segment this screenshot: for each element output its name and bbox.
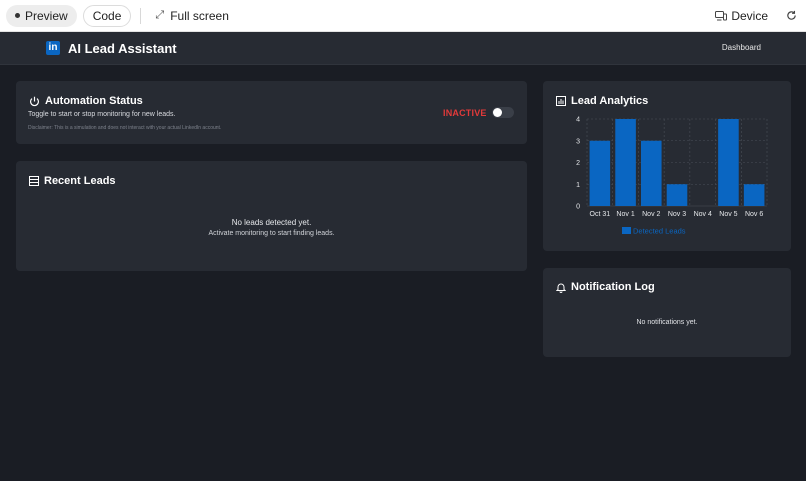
list-icon [29, 176, 39, 186]
lead-analytics-chart: 0 1 2 3 4 Oct 31 Nov 1 Nov 2 Nov 3 Nov 4 Nov 5 Nov … [576, 117, 768, 236]
notifications-empty: No notifications yet. [636, 319, 698, 326]
linkedin-logo-icon: in [46, 41, 60, 55]
chart-bar [615, 119, 636, 206]
bell-icon [556, 283, 566, 293]
status-badge: INACTIVE [443, 108, 487, 118]
device-button[interactable]: Device [715, 9, 768, 23]
y-tick-label: 1 [576, 182, 580, 189]
chart-bar [743, 184, 765, 206]
automation-status-title: Automation Status [45, 95, 143, 107]
code-label: Code [92, 8, 122, 23]
device-icon [715, 10, 728, 20]
chart-bar [641, 140, 662, 206]
x-tick-label: Nov 4 [694, 211, 712, 218]
device-label: Device [731, 8, 768, 23]
y-tick-label: 0 [576, 204, 580, 211]
power-icon [29, 96, 40, 106]
recent-leads-title: Recent Leads [44, 175, 116, 187]
chart-bar [718, 119, 739, 206]
y-tick-label: 2 [576, 160, 580, 167]
lead-analytics-card: Lead Analytics 0 1 2 3 4 Oct 31 Nov 1 Nov 2 Nov … [543, 81, 791, 251]
legend-label: Detected Leads [633, 227, 686, 236]
leads-empty-title: No leads detected yet. [231, 218, 312, 227]
automation-status-card: Automation Status Toggle to start or sto… [16, 81, 527, 144]
code-tab[interactable]: Code [82, 4, 132, 27]
y-tick-label: 4 [576, 117, 580, 124]
notification-log-card: Notification Log No notifications yet. [543, 268, 791, 357]
x-tick-label: Oct 31 [590, 211, 611, 218]
automation-disclaimer: Disclaimer: This is a simulation and doe… [28, 125, 222, 131]
legend-swatch [622, 227, 631, 234]
app-title: AI Lead Assistant [68, 41, 177, 56]
recent-leads-card: Recent Leads No leads detected yet. Acti… [16, 161, 527, 271]
app-header: in AI Lead Assistant Dashboard [0, 32, 806, 65]
toolbar-divider [140, 7, 142, 24]
automation-subtitle: Toggle to start or stop monitoring for n… [28, 111, 176, 118]
chart-bar [589, 140, 611, 206]
preview-label: Preview [25, 8, 68, 23]
chart-bar [666, 184, 688, 206]
monitoring-toggle[interactable] [492, 107, 514, 118]
automation-status-heading: Automation Status [29, 95, 143, 107]
fullscreen-label: Full screen [170, 8, 229, 23]
refresh-button[interactable] [782, 7, 800, 25]
notification-log-title: Notification Log [571, 281, 655, 293]
x-tick-label: Nov 2 [642, 211, 660, 218]
leads-empty-hint: Activate monitoring to start finding lea… [208, 230, 335, 237]
preview-toolbar: Preview Code ⤢ Full screen Device [0, 0, 806, 32]
x-tick-label: Nov 1 [616, 211, 634, 218]
expand-icon: ⤢ [155, 9, 165, 21]
y-tick-label: 3 [576, 138, 580, 145]
notification-log-heading: Notification Log [556, 281, 655, 293]
x-tick-label: Nov 5 [719, 211, 737, 218]
x-tick-label: Nov 3 [668, 211, 686, 218]
x-tick-label: Nov 6 [745, 211, 763, 218]
preview-tab[interactable]: Preview [6, 4, 77, 27]
toggle-knob [493, 108, 502, 117]
fullscreen-button[interactable]: ⤢ Full screen [153, 5, 238, 27]
recent-leads-heading: Recent Leads [29, 175, 116, 187]
preview-dot-icon [15, 13, 20, 18]
refresh-icon [786, 10, 796, 20]
nav-dashboard-link[interactable]: Dashboard [722, 43, 761, 52]
